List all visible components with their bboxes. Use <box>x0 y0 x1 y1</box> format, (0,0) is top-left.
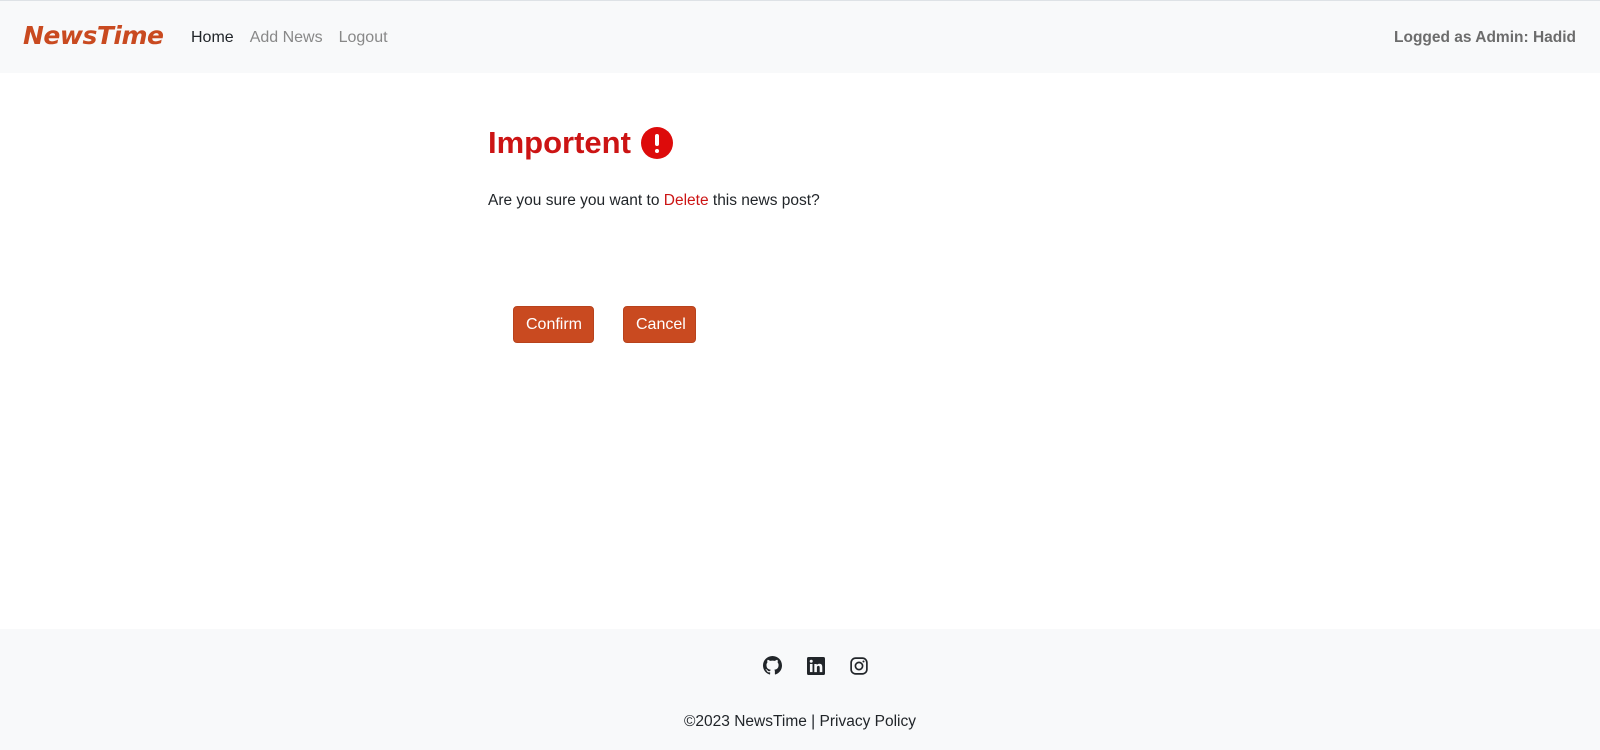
nav-add-news-link[interactable]: Add News <box>250 29 323 47</box>
nav-links: Home Add News Logout <box>191 29 388 47</box>
social-links <box>763 656 868 675</box>
copyright: ©2023 NewsTime | Privacy Policy <box>0 713 1600 731</box>
cancel-button[interactable]: Cancel <box>623 306 696 343</box>
confirm-button[interactable]: Confirm <box>513 306 594 343</box>
brand-logo[interactable]: NewsTime <box>23 21 164 50</box>
instagram-icon[interactable] <box>849 656 868 675</box>
page-title: Importent <box>488 125 1188 161</box>
page-title-text: Importent <box>488 125 631 160</box>
question-delete-word: Delete <box>663 192 709 209</box>
question-after: this news post? <box>708 192 820 209</box>
linkedin-icon[interactable] <box>806 656 825 675</box>
confirmation-question: Are you sure you want to Delete this new… <box>488 192 1188 210</box>
delete-confirmation-panel: Importent Are you sure you want to Delet… <box>488 125 1188 210</box>
nav-home-link[interactable]: Home <box>191 29 234 47</box>
question-before: Are you sure you want to <box>488 192 664 209</box>
exclamation-circle-icon <box>640 127 673 159</box>
github-icon[interactable] <box>763 656 782 675</box>
privacy-policy-link[interactable]: Privacy Policy <box>820 713 916 730</box>
navbar: NewsTime Home Add News Logout Logged as … <box>0 0 1600 73</box>
nav-logout-link[interactable]: Logout <box>339 29 388 47</box>
copyright-text: ©2023 NewsTime | <box>684 713 816 730</box>
logged-in-user-label: Logged as Admin: Hadid <box>1394 29 1576 46</box>
footer: ©2023 NewsTime | Privacy Policy <box>0 629 1600 750</box>
